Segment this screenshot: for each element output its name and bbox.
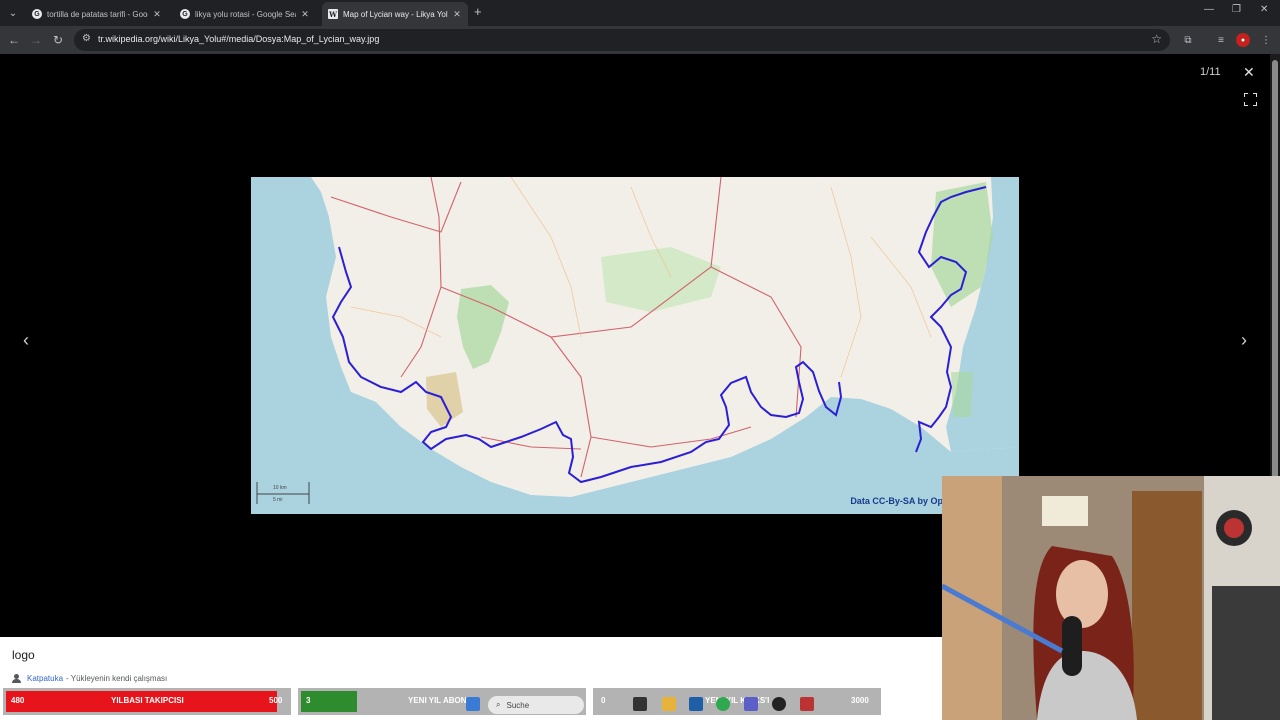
map-graphic: 10 km 5 mi	[251, 177, 1019, 514]
image-counter: 1/11	[1200, 66, 1221, 78]
tab-3-active[interactable]: W Map of Lycian way - Likya Yolu ✕	[322, 2, 468, 26]
google-icon: G	[180, 9, 190, 19]
webcam-image	[942, 476, 1280, 720]
store-icon[interactable]	[689, 697, 703, 711]
tab-title: tortilla de patatas tarifi - Google	[47, 9, 148, 19]
wikipedia-icon: W	[328, 9, 338, 19]
menu-kebab-icon[interactable]: ⋮	[1259, 33, 1273, 47]
scale-label-mi: 5 mi	[273, 497, 282, 503]
close-tab-icon[interactable]: ✕	[152, 9, 162, 20]
file-explorer-icon[interactable]	[662, 697, 676, 711]
tab-search-button[interactable]: ⌄	[4, 4, 22, 22]
restore-icon[interactable]: ❐	[1232, 4, 1241, 15]
tab-title: Map of Lycian way - Likya Yolu	[343, 9, 448, 19]
forward-icon[interactable]: →	[27, 31, 45, 49]
forest-area	[457, 285, 509, 369]
goal-current: 3	[306, 696, 311, 705]
author-link[interactable]: Katpatuka	[27, 674, 63, 683]
teams-icon[interactable]	[744, 697, 758, 711]
goal-label: YILBASI TAKIPCISI	[111, 696, 184, 705]
close-viewer-icon[interactable]: ✕	[1243, 64, 1255, 81]
site-info-icon[interactable]: ⚙	[82, 33, 91, 44]
window-close-icon[interactable]: ✕	[1260, 4, 1268, 15]
goal-target: 3000	[851, 696, 869, 705]
lycian-way-map-image: 10 km 5 mi Data CC-By-SA by Op	[251, 177, 1019, 514]
beach-area	[426, 372, 463, 427]
profile-avatar-icon[interactable]: ●	[1236, 33, 1250, 47]
goal-bar-followers: 480 YILBASI TAKIPCISI 500	[3, 688, 291, 715]
new-tab-button[interactable]: +	[474, 4, 482, 19]
goal-current: 0	[601, 696, 606, 705]
webcam-overlay	[942, 476, 1280, 720]
task-view-icon[interactable]	[633, 697, 647, 711]
media-title: logo	[12, 648, 35, 662]
tab-title: likya yolu rotasi - Google Search	[195, 9, 296, 19]
close-tab-icon[interactable]: ✕	[452, 9, 462, 20]
obs-icon[interactable]	[772, 697, 786, 711]
media-controls-icon[interactable]: ≡	[1214, 33, 1228, 47]
goal-target: 500	[269, 696, 283, 705]
close-tab-icon[interactable]: ✕	[300, 9, 310, 20]
browser-toolbar: ← → ↻ ⚙ tr.wikipedia.org/wiki/Likya_Yolu…	[0, 26, 1280, 54]
fullscreen-icon[interactable]	[1244, 93, 1257, 106]
tab-2[interactable]: G likya yolu rotasi - Google Search ✕	[174, 2, 316, 26]
app-icon[interactable]	[800, 697, 814, 711]
search-icon: ⌕	[496, 700, 501, 709]
chrome-icon[interactable]	[716, 697, 730, 711]
next-image-icon[interactable]: ›	[1234, 330, 1254, 351]
goal-current: 480	[11, 696, 25, 705]
author-line: Katpatuka - Yükleyenin kendi çalışması	[12, 674, 167, 683]
bookmark-star-icon[interactable]: ☆	[1151, 32, 1162, 46]
extensions-icon[interactable]: ⧉	[1181, 33, 1195, 47]
map-attribution: Data CC-By-SA by Op	[850, 496, 943, 506]
tab-1[interactable]: G tortilla de patatas tarifi - Google ✕	[26, 2, 168, 26]
search-label: Suche	[506, 700, 530, 710]
scale-label-km: 10 km	[273, 485, 287, 491]
google-icon: G	[32, 9, 42, 19]
tab-strip: ⌄ G tortilla de patatas tarifi - Google …	[0, 0, 1280, 26]
minimize-icon[interactable]: —	[1204, 4, 1214, 15]
user-icon	[12, 674, 21, 683]
forest-area	[951, 372, 973, 417]
start-menu-icon[interactable]	[466, 697, 480, 711]
goal-label: YENI YIL KICKS'I	[705, 696, 770, 705]
address-bar[interactable]: ⚙ tr.wikipedia.org/wiki/Likya_Yolu#/medi…	[74, 29, 1170, 51]
back-icon[interactable]: ←	[5, 31, 23, 49]
url-text[interactable]: tr.wikipedia.org/wiki/Likya_Yolu#/media/…	[98, 34, 379, 44]
author-note: - Yükleyenin kendi çalışması	[66, 674, 168, 683]
taskbar-search[interactable]: ⌕ Suche	[488, 696, 584, 714]
previous-image-icon[interactable]: ‹	[16, 330, 36, 351]
reload-icon[interactable]: ↻	[49, 31, 67, 49]
sea-area	[251, 177, 1019, 514]
